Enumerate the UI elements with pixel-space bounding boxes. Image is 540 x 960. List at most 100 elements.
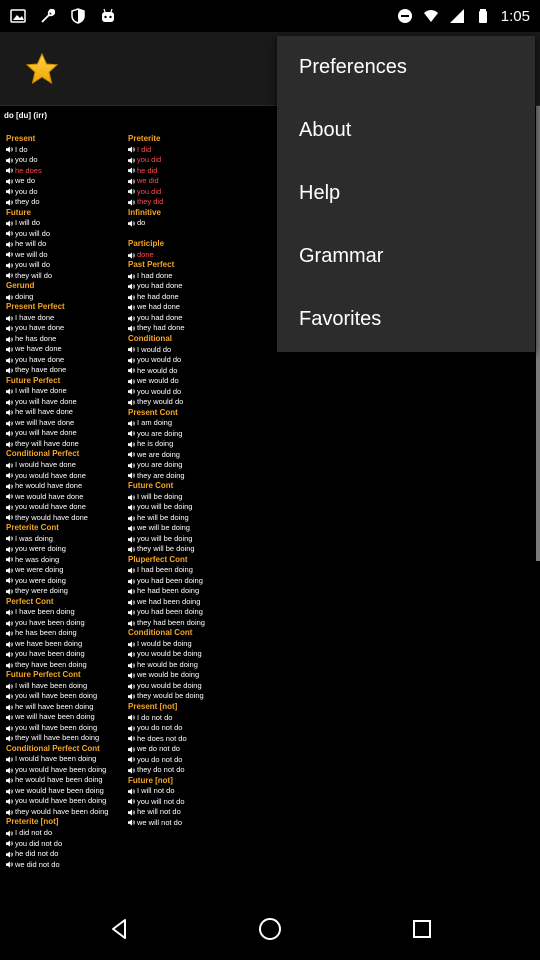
conjugation-row[interactable]: I will do	[6, 218, 130, 229]
speaker-icon[interactable]	[6, 640, 13, 648]
speaker-icon[interactable]	[6, 798, 13, 805]
conjugation-row[interactable]: they had been doing	[128, 618, 252, 629]
speaker-icon[interactable]	[6, 777, 13, 784]
conjugation-row[interactable]: he would be doing	[128, 660, 252, 671]
conjugation-row[interactable]: he had been doing	[128, 586, 252, 597]
conjugation-row[interactable]: he would have done	[6, 481, 130, 492]
conjugation-row[interactable]: you do	[6, 187, 130, 198]
speaker-icon[interactable]	[128, 441, 135, 448]
conjugation-row[interactable]: he will have been doing	[6, 702, 130, 713]
conjugation-row[interactable]: we have done	[6, 344, 130, 355]
conjugation-row[interactable]: you would have done	[6, 502, 130, 513]
speaker-icon[interactable]	[6, 462, 13, 469]
conjugation-row[interactable]: they will do	[6, 271, 130, 282]
conjugation-row[interactable]: you are doing	[128, 429, 252, 440]
speaker-icon[interactable]	[6, 388, 13, 395]
speaker-icon[interactable]	[6, 230, 13, 237]
conjugation-row[interactable]: they would have done	[6, 513, 130, 524]
speaker-icon[interactable]	[128, 725, 135, 732]
conjugation-row[interactable]: he has done	[6, 334, 130, 345]
speaker-icon[interactable]	[128, 420, 135, 427]
speaker-icon[interactable]	[6, 409, 13, 416]
speaker-icon[interactable]	[6, 514, 13, 521]
speaker-icon[interactable]	[128, 462, 135, 469]
speaker-icon[interactable]	[128, 662, 135, 669]
scrollbar[interactable]	[536, 106, 540, 561]
conjugation-row[interactable]: we will not do	[128, 818, 252, 829]
conjugation-row[interactable]: you did	[128, 187, 252, 198]
conjugation-row[interactable]: you will be doing	[128, 502, 252, 513]
speaker-icon[interactable]	[128, 672, 135, 679]
speaker-icon[interactable]	[6, 199, 13, 206]
conjugation-row[interactable]: we had done	[128, 302, 252, 313]
conjugation-row[interactable]: I have been doing	[6, 607, 130, 618]
speaker-icon[interactable]	[128, 819, 135, 826]
conjugation-row[interactable]: I was doing	[6, 534, 130, 545]
speaker-icon[interactable]	[128, 535, 135, 543]
speaker-icon[interactable]	[6, 441, 13, 448]
speaker-icon[interactable]	[6, 178, 13, 185]
speaker-icon[interactable]	[6, 693, 13, 700]
menu-item-favorites[interactable]: Favorites	[277, 288, 535, 351]
conjugation-row[interactable]: you will have done	[6, 397, 130, 408]
conjugation-row[interactable]: he will be doing	[128, 513, 252, 524]
speaker-icon[interactable]	[128, 273, 135, 280]
star-icon[interactable]	[24, 51, 60, 87]
speaker-icon[interactable]	[128, 167, 135, 174]
speaker-icon[interactable]	[128, 388, 135, 395]
conjugation-row[interactable]: he would do	[128, 366, 252, 377]
speaker-icon[interactable]	[6, 725, 13, 732]
speaker-icon[interactable]	[6, 472, 13, 479]
speaker-icon[interactable]	[6, 293, 13, 301]
speaker-icon[interactable]	[6, 325, 13, 332]
conjugation-row[interactable]: we were doing	[6, 565, 130, 576]
speaker-icon[interactable]	[128, 472, 135, 479]
conjugation-row[interactable]: I had done	[128, 271, 252, 282]
speaker-icon[interactable]	[6, 420, 13, 427]
conjugation-row[interactable]: we will do	[6, 250, 130, 261]
home-button[interactable]	[255, 914, 285, 944]
speaker-icon[interactable]	[128, 641, 135, 648]
speaker-icon[interactable]	[128, 504, 135, 511]
conjugation-row[interactable]: they are doing	[128, 471, 252, 482]
conjugation-row[interactable]: you do not do	[128, 755, 252, 766]
speaker-icon[interactable]	[128, 788, 135, 795]
speaker-icon[interactable]	[6, 809, 13, 816]
conjugation-row[interactable]: we do not do	[128, 744, 252, 755]
speaker-icon[interactable]	[6, 588, 13, 595]
conjugation-row[interactable]: we do	[6, 176, 130, 187]
conjugation-row[interactable]: you do	[6, 155, 130, 166]
conjugation-row[interactable]: I had been doing	[128, 565, 252, 576]
conjugation-row[interactable]: he would have been doing	[6, 775, 130, 786]
conjugation-row[interactable]: he will have done	[6, 407, 130, 418]
conjugation-row[interactable]: we will have been doing	[6, 712, 130, 723]
conjugation-row[interactable]: we had been doing	[128, 597, 252, 608]
conjugation-row[interactable]: they have been doing	[6, 660, 130, 671]
conjugation-row[interactable]: he did not do	[6, 849, 130, 860]
conjugation-row[interactable]: he will not do	[128, 807, 252, 818]
speaker-icon[interactable]	[6, 767, 13, 774]
conjugation-row[interactable]: I did	[128, 145, 252, 156]
conjugation-row[interactable]: I do	[6, 145, 130, 156]
conjugation-row[interactable]: we would be doing	[128, 670, 252, 681]
speaker-icon[interactable]	[6, 262, 13, 269]
speaker-icon[interactable]	[128, 294, 135, 301]
conjugation-row[interactable]: done	[128, 250, 252, 261]
speaker-icon[interactable]	[6, 272, 13, 279]
speaker-icon[interactable]	[128, 451, 135, 458]
speaker-icon[interactable]	[128, 525, 135, 532]
speaker-icon[interactable]	[6, 315, 13, 322]
conjugation-row[interactable]: we did	[128, 176, 252, 187]
speaker-icon[interactable]	[128, 199, 135, 206]
conjugation-row[interactable]: we would have done	[6, 492, 130, 503]
speaker-icon[interactable]	[6, 630, 13, 637]
conjugation-row[interactable]: you do not do	[128, 723, 252, 734]
speaker-icon[interactable]	[128, 578, 135, 585]
speaker-icon[interactable]	[6, 430, 13, 437]
speaker-icon[interactable]	[6, 840, 13, 847]
conjugation-row[interactable]: you had done	[128, 281, 252, 292]
speaker-icon[interactable]	[6, 683, 13, 690]
speaker-icon[interactable]	[128, 315, 135, 322]
conjugation-row[interactable]: you would do	[128, 355, 252, 366]
speaker-icon[interactable]	[128, 693, 135, 700]
